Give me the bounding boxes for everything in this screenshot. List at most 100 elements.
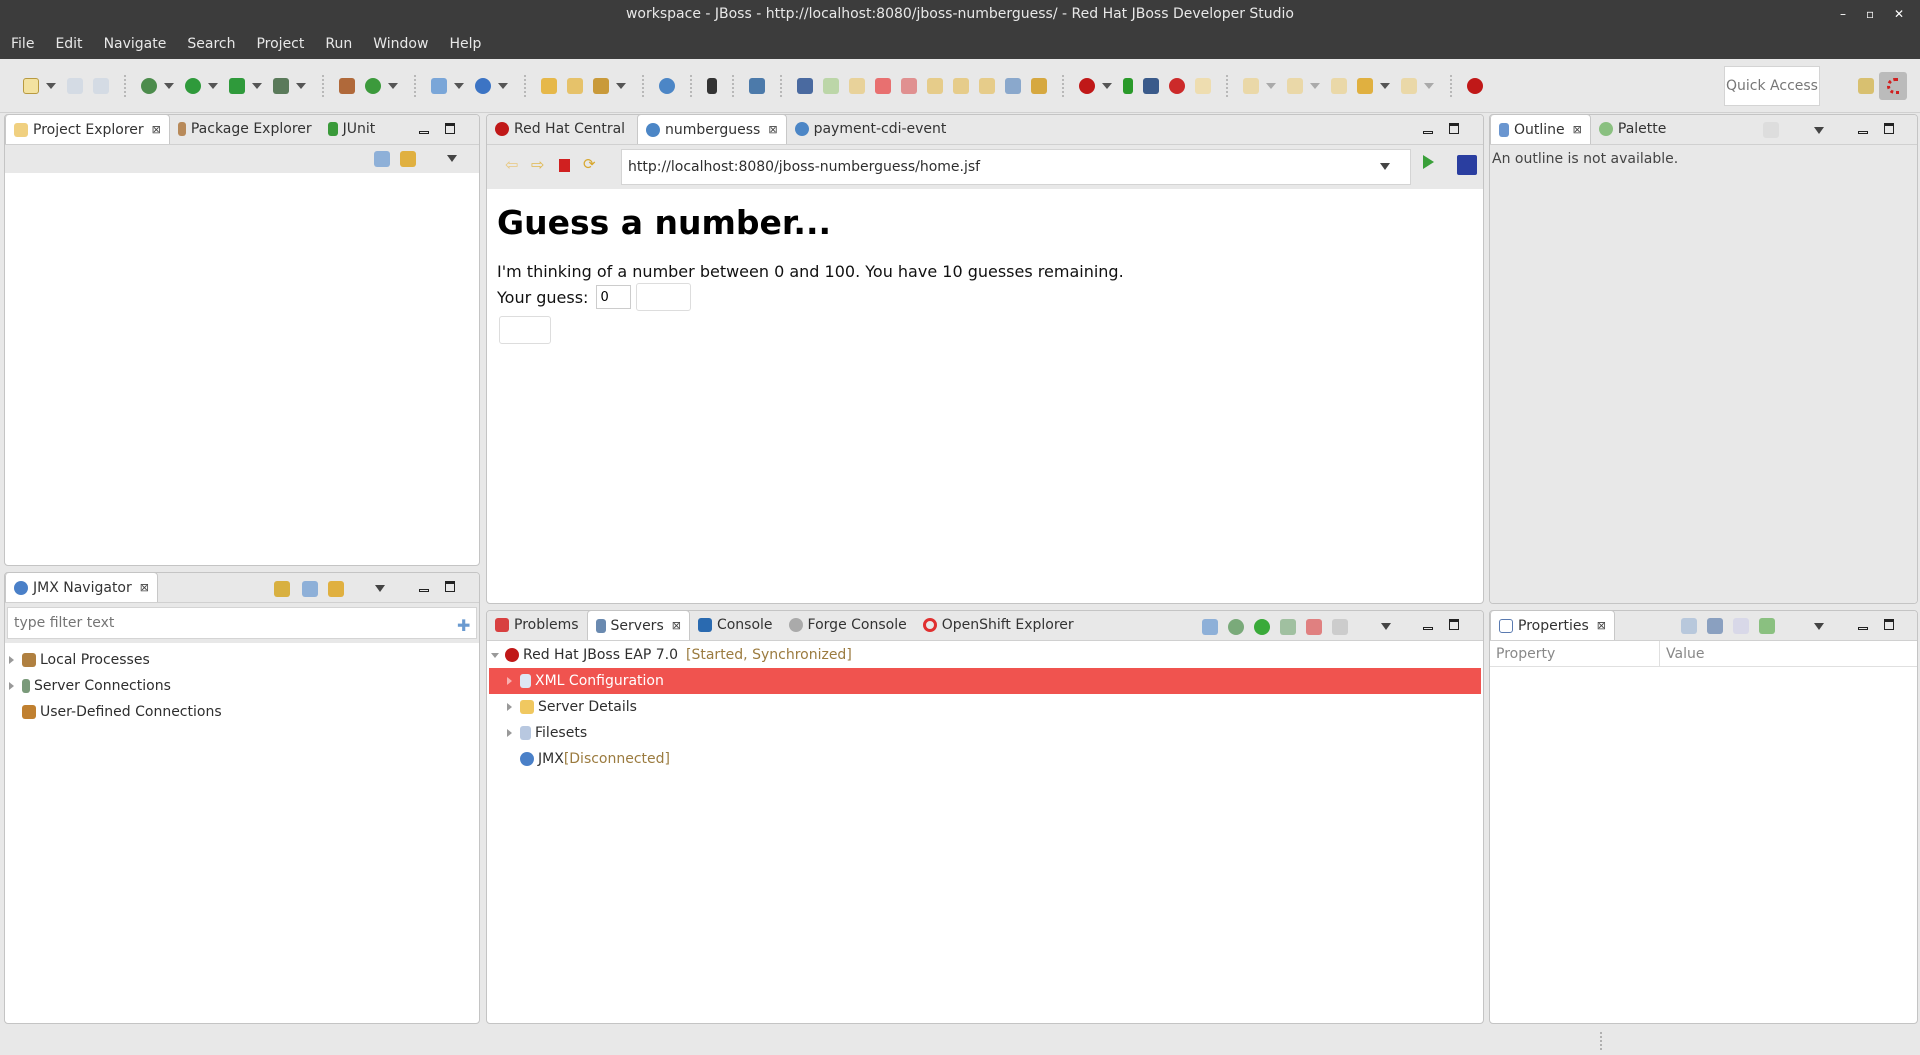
tab-palette[interactable]: Palette <box>1591 115 1675 144</box>
minimize-button[interactable] <box>1858 619 1868 633</box>
back-icon[interactable]: ⇦ <box>505 155 518 174</box>
new-web-icon[interactable] <box>431 77 447 94</box>
new-package-icon[interactable] <box>339 77 355 94</box>
tree-item-local-processes[interactable]: Local Processes <box>5 647 479 673</box>
last-edit-icon[interactable] <box>1331 77 1347 94</box>
publish-icon[interactable] <box>1332 619 1348 635</box>
tree-item-user-defined-connections[interactable]: User-Defined Connections <box>5 699 479 725</box>
tree-item-filesets[interactable]: Filesets <box>487 720 1483 746</box>
tree-item-xml-configuration[interactable]: XML Configuration <box>489 668 1481 694</box>
column-property[interactable]: Property <box>1490 641 1660 666</box>
drop-frame-icon[interactable] <box>1005 77 1021 94</box>
maximize-button[interactable] <box>1449 619 1459 633</box>
new-class-icon[interactable] <box>365 77 381 94</box>
collapse-all-icon[interactable] <box>1202 619 1218 635</box>
close-icon[interactable]: ⊠ <box>672 619 681 632</box>
terminate-icon[interactable] <box>875 77 891 94</box>
close-icon[interactable]: ⊠ <box>768 123 777 136</box>
use-step-filters-icon[interactable] <box>1031 77 1047 94</box>
tab-payment-cdi-event[interactable]: payment-cdi-event <box>787 115 955 144</box>
tab-outline[interactable]: Outline ⊠ <box>1490 115 1591 144</box>
column-value[interactable]: Value <box>1660 641 1704 666</box>
pen-icon[interactable] <box>593 77 609 94</box>
view-menu-icon[interactable] <box>447 155 457 162</box>
restore-default-icon[interactable] <box>1733 618 1749 634</box>
server-row[interactable]: Red Hat JBoss EAP 7.0 [Started, Synchroni… <box>487 642 1483 668</box>
profile-server-icon[interactable] <box>1280 619 1296 635</box>
globe-icon[interactable] <box>659 77 675 94</box>
maximize-button[interactable] <box>1884 619 1894 633</box>
palette-settings-icon[interactable] <box>1763 122 1779 138</box>
hand-icon[interactable] <box>1195 77 1211 94</box>
restart-button[interactable] <box>499 316 551 344</box>
jboss-perspective-button[interactable] <box>1879 72 1907 100</box>
menu-navigate[interactable]: Navigate <box>104 36 167 52</box>
minimize-button[interactable] <box>419 581 429 595</box>
url-history-dropdown[interactable] <box>1380 163 1390 170</box>
minimize-button[interactable] <box>1858 123 1868 137</box>
tab-servers[interactable]: Servers ⊠ <box>586 611 690 640</box>
step-into-icon[interactable] <box>927 77 943 94</box>
start-server-icon[interactable] <box>1254 619 1270 635</box>
open-external-browser-icon[interactable] <box>1457 155 1477 175</box>
tab-console[interactable]: Console <box>690 611 781 640</box>
previous-annotation-icon[interactable] <box>1287 77 1303 94</box>
pin-icon[interactable] <box>1759 618 1775 634</box>
forward-icon[interactable]: ⇨ <box>531 155 544 174</box>
back-icon[interactable] <box>1357 77 1373 94</box>
run-external-icon[interactable] <box>229 77 245 94</box>
monitor-icon[interactable] <box>749 77 765 94</box>
minimize-button[interactable] <box>1423 619 1433 633</box>
quick-access-input[interactable]: Quick Access <box>1724 66 1820 106</box>
url-input[interactable]: http://localhost:8080/jboss-numberguess/… <box>621 149 1411 185</box>
tab-forge-console[interactable]: Forge Console <box>781 611 915 640</box>
view-menu-icon[interactable] <box>1814 127 1824 134</box>
maximize-button[interactable] <box>445 123 455 137</box>
clear-filter-icon[interactable]: ✚ <box>457 616 470 635</box>
tab-problems[interactable]: Problems <box>487 611 587 640</box>
close-window-button[interactable]: ✕ <box>1894 0 1904 28</box>
open-perspective-icon[interactable] <box>1858 78 1874 94</box>
maximize-window-button[interactable]: ▫ <box>1866 0 1874 28</box>
tab-project-explorer[interactable]: Project Explorer ⊠ <box>5 115 170 144</box>
tab-numberguess[interactable]: numberguess ⊠ <box>637 115 787 144</box>
device-icon[interactable] <box>707 77 717 94</box>
forward-icon[interactable] <box>1401 77 1417 94</box>
next-annotation-icon[interactable] <box>1243 77 1259 94</box>
menu-project[interactable]: Project <box>256 36 304 52</box>
maximize-button[interactable] <box>1449 123 1459 137</box>
show-categories-icon[interactable] <box>1681 618 1697 634</box>
tab-properties[interactable]: Properties ⊠ <box>1490 611 1615 640</box>
menu-search[interactable]: Search <box>187 36 235 52</box>
link-with-editor-icon[interactable] <box>400 151 416 167</box>
pointer-icon[interactable] <box>797 77 813 94</box>
run-icon[interactable] <box>185 77 201 94</box>
stop-icon[interactable] <box>559 159 570 172</box>
close-icon[interactable]: ⊠ <box>1573 123 1582 136</box>
new-icon[interactable] <box>23 77 39 94</box>
new-dropdown[interactable] <box>46 82 56 89</box>
menu-run[interactable]: Run <box>325 36 352 52</box>
close-icon[interactable]: ⊠ <box>1597 619 1606 632</box>
menu-help[interactable]: Help <box>449 36 481 52</box>
disconnect-icon[interactable] <box>901 77 917 94</box>
step-over-icon[interactable] <box>953 77 969 94</box>
collapse-all-icon[interactable] <box>302 581 318 597</box>
tree-item-server-details[interactable]: Server Details <box>487 694 1483 720</box>
save-icon[interactable] <box>67 77 83 94</box>
start-server-icon[interactable] <box>1123 77 1133 94</box>
step-return-icon[interactable] <box>979 77 995 94</box>
maximize-button[interactable] <box>445 581 455 595</box>
debug-server-icon[interactable] <box>1228 619 1244 635</box>
maximize-button[interactable] <box>1884 123 1894 137</box>
view-menu-icon[interactable] <box>1381 623 1391 630</box>
collapse-all-icon[interactable] <box>374 151 390 167</box>
guess-input[interactable] <box>596 285 632 309</box>
view-menu-icon[interactable] <box>375 585 385 592</box>
go-icon[interactable] <box>1423 155 1434 169</box>
new-service-icon[interactable] <box>475 77 491 94</box>
link-icon[interactable] <box>328 581 344 597</box>
menu-file[interactable]: File <box>11 36 34 52</box>
suspend-icon[interactable] <box>849 77 865 94</box>
close-icon[interactable]: ⊠ <box>152 123 161 136</box>
